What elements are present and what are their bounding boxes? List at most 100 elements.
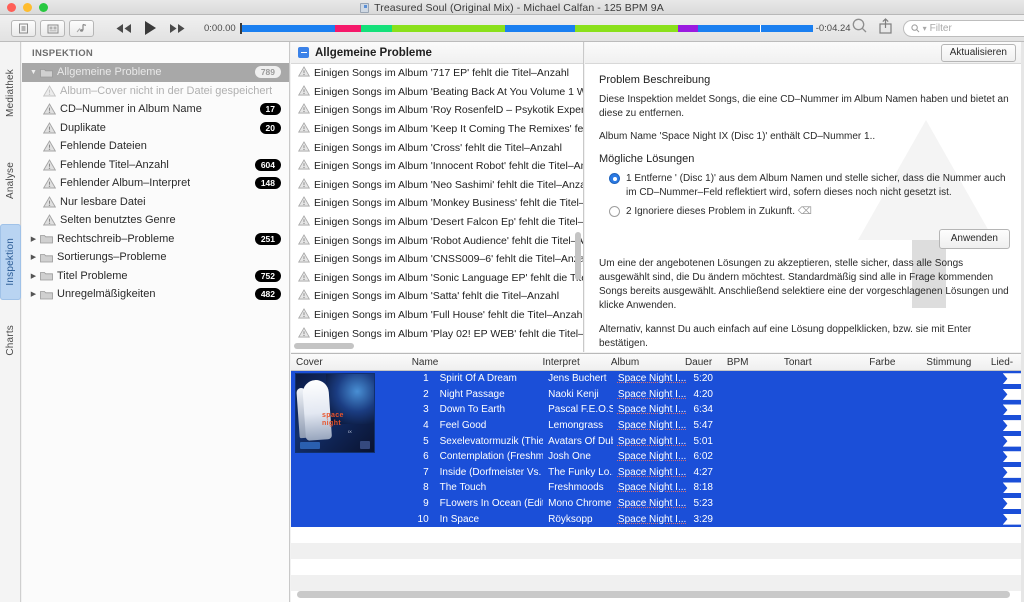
warning-icon [297, 252, 311, 266]
sidebar-item-fehlender-album-interpret[interactable]: Fehlender Album–Interpret 148 [22, 174, 289, 193]
problem-row[interactable]: Einigen Songs im Album 'Keep It Coming T… [291, 120, 583, 139]
vtab-charts[interactable]: Charts [0, 312, 21, 368]
sidebar-item-badge: 17 [259, 103, 281, 116]
disclosure-triangle-icon[interactable]: ▶ [29, 235, 38, 243]
problem-list-vertical-scrollbar[interactable] [575, 232, 581, 280]
sidebar-item-allgemeine-probleme[interactable]: ▼ Allgemeine Probleme 789 [22, 63, 289, 82]
view-mode-buttons[interactable] [11, 19, 94, 37]
warning-icon [297, 103, 311, 117]
disclosure-triangle-icon[interactable]: ▶ [29, 290, 38, 298]
problem-row[interactable]: Einigen Songs im Album 'Cross' fehlt die… [291, 138, 583, 157]
window-title-group: Treasured Soul (Original Mix) - Michael … [0, 0, 1024, 15]
cell-name: The Touch [439, 482, 487, 494]
problem-row[interactable]: Einigen Songs im Album 'Satta' fehlt die… [291, 287, 583, 306]
share-icon[interactable] [878, 17, 892, 39]
sidebar-item-titel-probleme[interactable]: ▶ Titel Probleme 752 [22, 267, 289, 286]
previous-track-button[interactable] [115, 23, 132, 34]
album-cover-art[interactable]: space night IX [295, 373, 375, 453]
playback-progress-bar[interactable] [239, 22, 813, 34]
filter-search-field[interactable]: ▾ Filter [902, 19, 1024, 37]
solution-option-1[interactable]: 1 Entferne ' (Disc 1)' aus dem Album Nam… [599, 172, 1010, 199]
table-row[interactable]: 5 Sexelevatormuzik (Thievery Cor... Avat… [291, 433, 1024, 449]
problem-row[interactable]: Einigen Songs im Album 'Neo Sashimi' feh… [291, 176, 583, 195]
table-row[interactable]: 6 Contemplation (Freshmoods Re... Josh O… [291, 448, 1024, 465]
radio-selected-icon[interactable] [609, 173, 620, 184]
next-track-button[interactable] [169, 23, 186, 34]
sidebar-item-sortierungs-probleme[interactable]: ▶ Sortierungs–Probleme [22, 248, 289, 267]
window-controls[interactable] [7, 2, 48, 12]
sidebar-item-duplikate[interactable]: Duplikate 20 [22, 119, 289, 138]
column-header-stimmung[interactable]: Stimmung [921, 357, 986, 368]
table-header-row[interactable]: Cover Name Interpret Album Dauer BPM Ton… [291, 354, 1024, 371]
column-header-lied[interactable]: Lied- [986, 357, 1024, 368]
sidebar-item-cd-nummer[interactable]: CD–Nummer in Album Name 17 [22, 100, 289, 119]
problem-row[interactable]: Einigen Songs im Album 'Monkey Business'… [291, 194, 583, 213]
transport-controls[interactable] [115, 20, 186, 36]
sidebar-item-selten-benutztes-genre[interactable]: Selten benutztes Genre [22, 211, 289, 230]
sidebar-item-unregelmaessigkeiten[interactable]: ▶ Unregelmäßigkeiten 482 [22, 285, 289, 304]
space-shuttle-graphic [301, 379, 333, 441]
problem-row[interactable]: Einigen Songs im Album 'Beating Back At … [291, 83, 583, 102]
shuffle-note-icon[interactable] [69, 19, 94, 37]
solution-option-2[interactable]: 2 Ignoriere dieses Problem in Zukunft. ⌫ [599, 205, 1010, 219]
problem-list[interactable]: Einigen Songs im Album '717 EP' fehlt di… [291, 64, 583, 340]
collapse-minus-icon[interactable] [298, 47, 309, 58]
radio-unselected-icon[interactable] [609, 206, 620, 217]
column-header-bpm[interactable]: BPM [722, 357, 779, 368]
column-header-album[interactable]: Album [606, 357, 680, 368]
column-header-cover[interactable]: Cover [291, 357, 407, 368]
minimize-button[interactable] [23, 2, 32, 12]
problem-row[interactable]: Einigen Songs im Album 'Roy RosenfelD – … [291, 101, 583, 120]
library-view-icon[interactable] [11, 19, 36, 37]
problem-list-horizontal-scrollbar[interactable] [294, 343, 354, 349]
disclosure-triangle-icon[interactable]: ▼ [29, 69, 38, 76]
vtab-mediathek[interactable]: Mediathek [0, 52, 21, 134]
problem-row[interactable]: Einigen Songs im Album 'Robot Audience' … [291, 231, 583, 250]
column-header-dauer[interactable]: Dauer [680, 357, 722, 368]
problem-group-header[interactable]: Allgemeine Probleme [291, 42, 583, 64]
album-view-icon[interactable] [40, 19, 65, 37]
problem-row[interactable]: Einigen Songs im Album 'Sonic Language E… [291, 269, 583, 288]
problem-row[interactable]: Einigen Songs im Album 'CNSS009–6' fehlt… [291, 250, 583, 269]
sidebar-item-fehlende-dateien[interactable]: Fehlende Dateien [22, 137, 289, 156]
vtab-inspektion[interactable]: Inspektion [0, 224, 21, 300]
table-horizontal-scrollbar[interactable] [297, 591, 1010, 598]
table-row[interactable]: 9 FLowers In Ocean (Edit) Mono Chrome Sp… [291, 495, 1024, 512]
problem-text: Einigen Songs im Album 'Play 02! EP WEB'… [314, 327, 583, 340]
problem-row[interactable]: Einigen Songs im Album 'Innocent Robot' … [291, 157, 583, 176]
problem-row[interactable]: Einigen Songs im Album 'Desert Falcon Ep… [291, 213, 583, 232]
column-header-interpret[interactable]: Interpret [538, 357, 606, 368]
table-row[interactable]: 10 In Space Röyksopp Space Night I... 3:… [291, 511, 1024, 527]
cell-number: 8 [423, 482, 429, 494]
problem-row[interactable]: Einigen Songs im Album 'Play 02! EP WEB'… [291, 324, 583, 340]
play-button[interactable] [143, 20, 158, 36]
vtab-analyse[interactable]: Analyse [0, 147, 21, 213]
refresh-button[interactable]: Aktualisieren [940, 43, 1016, 62]
sidebar-item-album-cover[interactable]: Album–Cover nicht in der Datei gespeiche… [22, 82, 289, 101]
column-header-farbe[interactable]: Farbe [864, 357, 921, 368]
sidebar-item-nur-lesbare-datei[interactable]: Nur lesbare Datei [22, 193, 289, 212]
problem-row[interactable]: Einigen Songs im Album 'Full House' fehl… [291, 306, 583, 325]
solution-text: 2 Ignoriere dieses Problem in Zukunft. ⌫ [626, 205, 812, 219]
filter-dropdown-caret[interactable]: ▾ [923, 24, 927, 33]
table-row[interactable]: 7 Inside (Dorfmeister Vs. Uptight ... Th… [291, 464, 1024, 481]
magnifier-icon[interactable] [851, 17, 868, 39]
column-header-name[interactable]: Name [407, 357, 538, 368]
apply-button[interactable]: Anwenden [938, 228, 1010, 249]
solution-text: 1 Entferne ' (Disc 1)' aus dem Album Nam… [626, 172, 1010, 199]
table-row[interactable]: 4 Feel Good Lemongrass Space Night I... … [291, 417, 1024, 434]
cell-interpret: Jens Buchert [548, 373, 607, 385]
table-row[interactable]: 2 Night Passage Naoki Kenji Space Night … [291, 386, 1024, 403]
table-row[interactable]: 8 The Touch Freshmoods Space Night I... … [291, 480, 1024, 496]
close-button[interactable] [7, 2, 16, 12]
maximize-button[interactable] [39, 2, 48, 12]
cell-number: 6 [423, 451, 429, 463]
table-row[interactable]: 1 Spirit Of A Dream Jens Buchert Space N… [291, 371, 1024, 387]
table-row[interactable]: 3 Down To Earth Pascal F.E.O.S. Space Ni… [291, 402, 1024, 418]
sidebar-item-rechtschreib-probleme[interactable]: ▶ Rechtschreib–Probleme 251 [22, 230, 289, 249]
problem-row[interactable]: Einigen Songs im Album '717 EP' fehlt di… [291, 64, 583, 83]
sidebar-item-fehlende-titel-anzahl[interactable]: Fehlende Titel–Anzahl 604 [22, 156, 289, 175]
disclosure-triangle-icon[interactable]: ▶ [29, 272, 38, 280]
column-header-tonart[interactable]: Tonart [779, 357, 864, 368]
disclosure-triangle-icon[interactable]: ▶ [29, 253, 38, 261]
